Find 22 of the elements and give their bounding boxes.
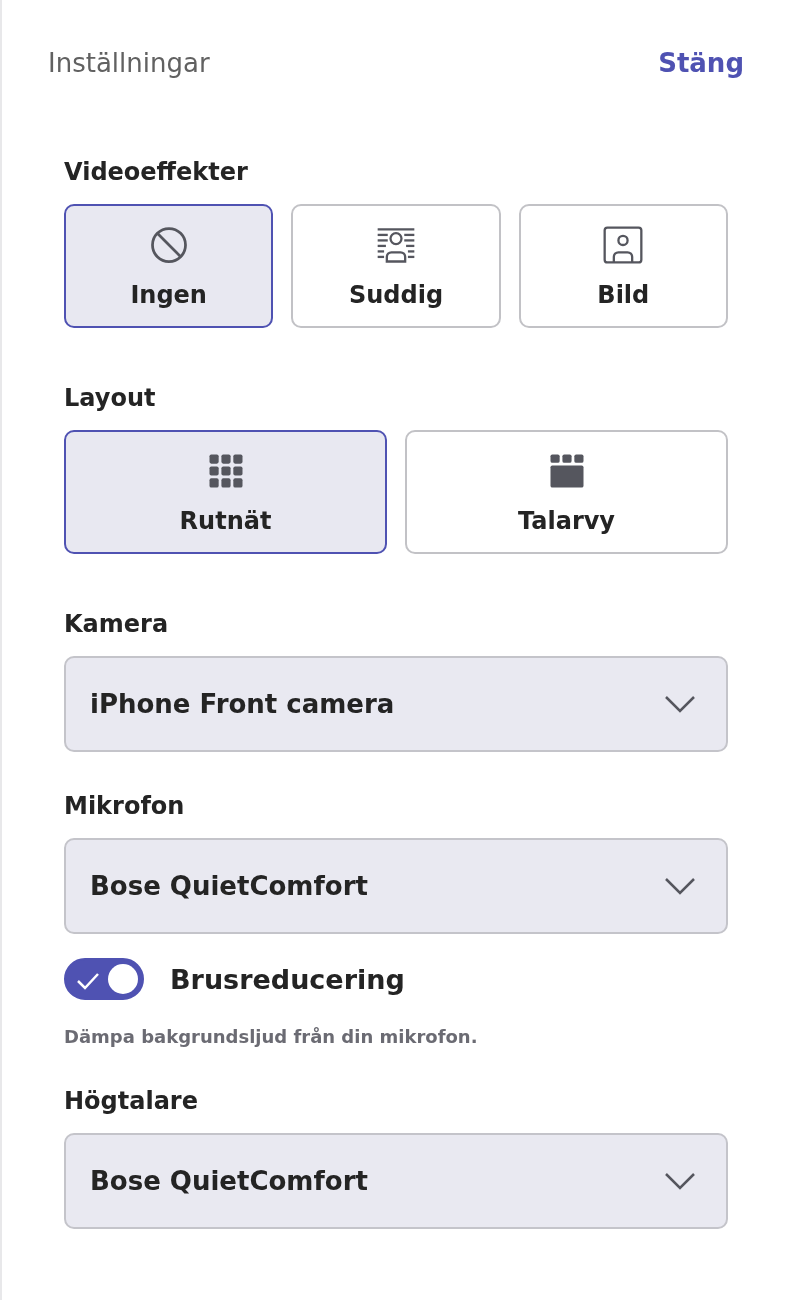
- section-label: Mikrofon: [64, 792, 186, 820]
- chevron-down-icon: [664, 876, 696, 896]
- section-label: Kamera: [64, 610, 170, 638]
- panel-title: Inställningar: [48, 48, 210, 78]
- toggle-description: Dämpa bakgrundsljud från din mikrofon.: [64, 1026, 479, 1047]
- layout-option[interactable]: Talarvy: [405, 430, 728, 554]
- check-icon: [76, 972, 100, 990]
- effect-option[interactable]: Ingen: [64, 204, 274, 328]
- toggle-label: Brusreducering: [170, 963, 405, 995]
- toggle-switch[interactable]: [64, 958, 144, 1000]
- device-dropdown[interactable]: Bose QuietComfort: [64, 1133, 728, 1229]
- layout-option[interactable]: Rutnät: [64, 430, 387, 554]
- effect-option[interactable]: Suddig: [291, 204, 501, 328]
- chevron-down-icon: [664, 694, 696, 714]
- section-label: Videoeffekter: [64, 158, 249, 186]
- close-button[interactable]: Stäng: [658, 48, 744, 78]
- section-label: Högtalare: [64, 1087, 199, 1115]
- chevron-down-icon: [664, 1171, 696, 1191]
- device-dropdown[interactable]: iPhone Front camera: [64, 656, 728, 752]
- effect-option[interactable]: Bild: [518, 204, 728, 328]
- device-dropdown[interactable]: Bose QuietComfort: [64, 838, 728, 934]
- section-label: Layout: [64, 384, 157, 412]
